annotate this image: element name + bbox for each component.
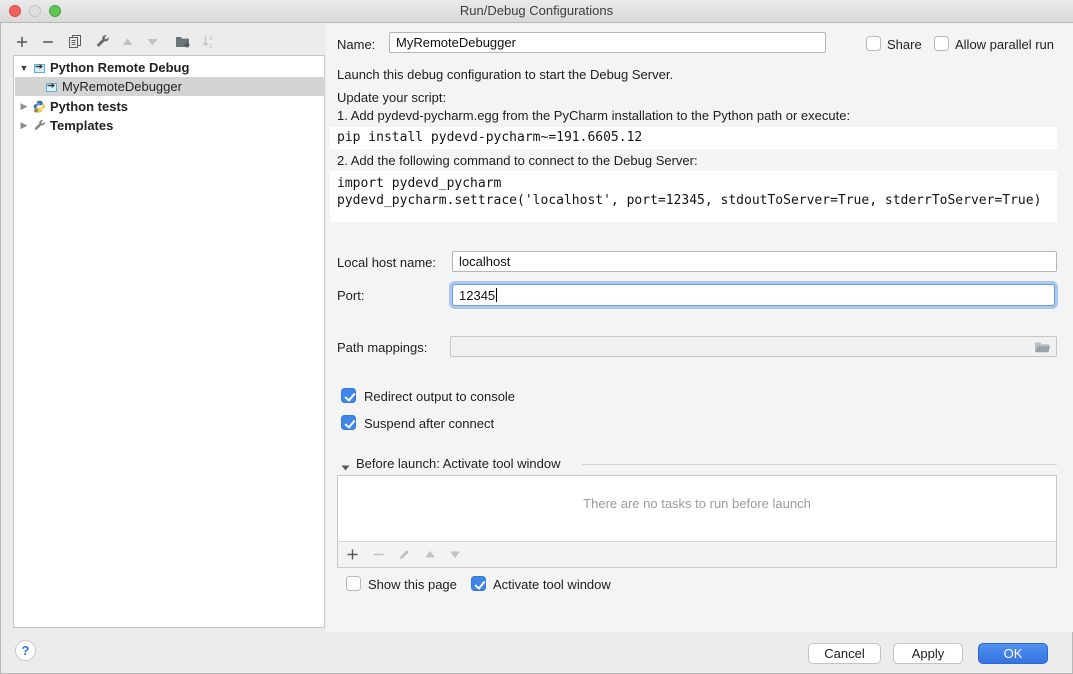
path-mappings-input[interactable] [450, 336, 1057, 357]
task-toolbar [338, 541, 1056, 567]
chevron-collapsed-icon[interactable]: ▶ [19, 120, 29, 131]
python-tests-icon [33, 100, 46, 113]
instruction-step-2: 2. Add the following command to connect … [337, 153, 698, 168]
help-button[interactable]: ? [15, 640, 36, 661]
move-down-icon [449, 550, 461, 559]
instruction-line-1: Launch this debug configuration to start… [337, 67, 673, 82]
share-checkbox[interactable] [866, 36, 881, 51]
tree-item-label: Templates [50, 118, 113, 133]
move-up-icon [121, 37, 134, 47]
copy-icon[interactable] [67, 34, 82, 49]
code-snippet-settrace: import pydevd_pycharm pydevd_pycharm.set… [330, 171, 1057, 222]
activate-tool-window-checkbox[interactable] [471, 576, 486, 591]
text-caret [496, 288, 497, 302]
remove-icon [372, 548, 385, 561]
svg-text:a: a [209, 35, 213, 42]
share-label: Share [887, 37, 922, 52]
local-host-name-label: Local host name: [337, 255, 436, 270]
redirect-output-label: Redirect output to console [364, 389, 515, 404]
name-label: Name: [337, 37, 375, 52]
path-mappings-label: Path mappings: [337, 340, 427, 355]
chevron-expanded-icon[interactable]: ▼ [19, 63, 29, 73]
port-label: Port: [337, 288, 364, 303]
chevron-collapsed-icon[interactable]: ▶ [19, 101, 29, 112]
window-title: Run/Debug Configurations [0, 0, 1073, 22]
edit-defaults-wrench-icon[interactable] [95, 34, 110, 49]
new-folder-icon[interactable] [175, 34, 191, 49]
local-host-name-input[interactable]: localhost [452, 251, 1057, 272]
allow-parallel-run-checkbox[interactable] [934, 36, 949, 51]
code-text-line-2: pydevd_pycharm.settrace('localhost', por… [337, 193, 1041, 208]
name-input[interactable]: MyRemoteDebugger [389, 32, 826, 53]
title-bar: Run/Debug Configurations [0, 0, 1073, 23]
code-snippet-pip-install: pip install pydevd-pycharm~=191.6605.12 [330, 127, 1057, 149]
tree-item-python-remote-debug[interactable]: ▼ Python Remote Debug [15, 58, 325, 77]
svg-text:z: z [209, 43, 213, 49]
section-divider [582, 464, 1057, 465]
add-icon[interactable] [346, 548, 359, 561]
before-launch-title[interactable]: Before launch: Activate tool window [356, 456, 561, 471]
ok-button[interactable]: OK [978, 643, 1048, 664]
remote-debug-icon [45, 80, 58, 93]
move-down-icon [146, 37, 159, 47]
cancel-button[interactable]: Cancel [808, 643, 881, 664]
local-host-name-value: localhost [459, 254, 510, 269]
redirect-output-checkbox[interactable] [341, 388, 356, 403]
apply-button[interactable]: Apply [893, 643, 963, 664]
port-input[interactable]: 12345 [452, 284, 1055, 306]
remote-debug-icon [33, 61, 46, 74]
edit-pencil-icon [398, 548, 411, 561]
show-this-page-label: Show this page [368, 577, 457, 592]
tree-item-label: Python tests [50, 99, 128, 114]
instruction-step-1: 1. Add pydevd-pycharm.egg from the PyCha… [337, 108, 850, 123]
code-text: pip install pydevd-pycharm~=191.6605.12 [337, 130, 642, 145]
no-tasks-message: There are no tasks to run before launch [338, 496, 1056, 511]
add-icon[interactable] [15, 35, 29, 49]
port-value: 12345 [459, 288, 495, 303]
folder-icon[interactable] [1034, 340, 1051, 354]
instruction-line-2: Update your script: [337, 90, 446, 105]
suspend-after-connect-checkbox[interactable] [341, 415, 356, 430]
show-this-page-checkbox[interactable] [346, 576, 361, 591]
code-text-line-1: import pydevd_pycharm [337, 176, 501, 191]
tree-item-templates[interactable]: ▶ Templates [15, 116, 325, 135]
allow-parallel-run-label: Allow parallel run [955, 37, 1054, 52]
run-debug-configurations-dialog: Run/Debug Configurations az ▼ Python Rem… [0, 0, 1073, 674]
tree-item-python-tests[interactable]: ▶ Python tests [15, 97, 325, 116]
name-value: MyRemoteDebugger [396, 35, 516, 50]
tree-item-label: Python Remote Debug [50, 60, 189, 75]
sort-alpha-icon: az [201, 33, 216, 49]
before-launch-task-list: There are no tasks to run before launch [337, 475, 1057, 568]
wrench-icon [33, 119, 46, 132]
configurations-tree: ▼ Python Remote Debug MyRemoteDebugger ▶… [13, 55, 325, 628]
move-up-icon [424, 550, 436, 559]
tree-item-myremotedebugger[interactable]: MyRemoteDebugger [15, 77, 325, 96]
tree-item-label: MyRemoteDebugger [62, 79, 182, 94]
remove-icon[interactable] [41, 35, 55, 49]
suspend-after-connect-label: Suspend after connect [364, 416, 494, 431]
activate-tool-window-label: Activate tool window [493, 577, 611, 592]
